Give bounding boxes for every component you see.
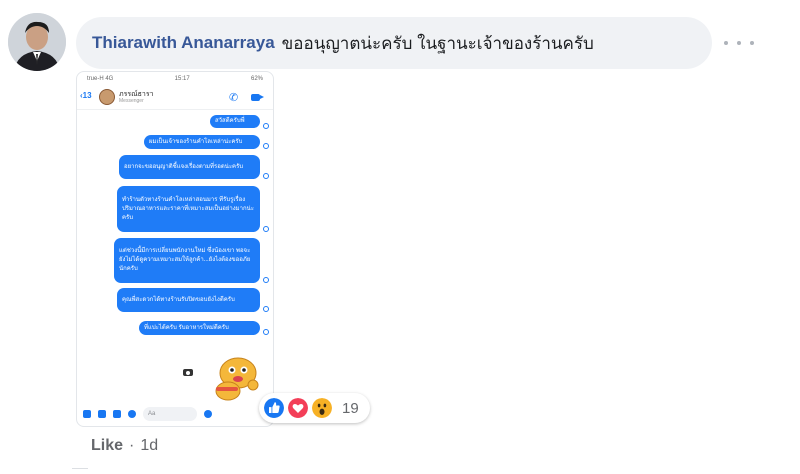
like-button[interactable]: Like — [91, 437, 123, 455]
sent-check-icon — [263, 329, 269, 335]
chat-message: คุณพี่สะดวกได้ทางร้านรับปิดขอบยังไงดีครั… — [117, 288, 260, 312]
attached-messenger-screenshot[interactable]: true-H 4G 15:17 62% ‹13 ภรรณ์ธารา Messen… — [76, 71, 274, 427]
chat-message: สวัสดีครับพี่ — [210, 115, 260, 128]
comment-actions: Like · 1d — [91, 437, 158, 455]
comment-author-link[interactable]: Thiarawith Ananarraya — [92, 33, 275, 53]
status-time: 15:17 — [174, 75, 190, 82]
chat-message: ที่แปะได้ครับ รับอาหารใหม่ดีครับ — [139, 321, 260, 335]
camera-icon — [183, 369, 193, 376]
chat-message: อยากจะขออนุญาติชี้แจงเรื่องตามที่รอดน่ะค… — [119, 155, 260, 179]
emoji-icon — [204, 410, 212, 418]
wow-icon — [310, 396, 334, 420]
like-icon — [262, 396, 286, 420]
back-button: ‹13 — [80, 91, 92, 100]
separator-dot: · — [129, 437, 135, 454]
back-count: 13 — [82, 91, 92, 100]
photo-icon — [113, 410, 121, 418]
chat-message: แต่ช่วงนี้มีการเปลี่ยนพนักงานใหม่ ซึ่งน้… — [114, 238, 260, 283]
love-icon — [286, 396, 310, 420]
video-call-icon — [251, 94, 264, 101]
sent-check-icon — [263, 226, 269, 232]
camera-small-icon — [98, 410, 106, 418]
contact-avatar — [99, 89, 115, 105]
chat-header: ‹13 ภรรณ์ธารา Messenger ✆ — [77, 85, 273, 110]
composer-input: Aa — [143, 407, 197, 421]
sticker-image — [215, 357, 259, 401]
status-battery: 62% — [250, 75, 263, 82]
mic-icon — [128, 410, 136, 418]
reply-thread-line — [72, 468, 88, 474]
status-carrier: true-H 4G — [87, 75, 114, 82]
phone-status-bar: true-H 4G 15:17 62% — [77, 72, 273, 85]
sent-check-icon — [263, 143, 269, 149]
commenter-avatar[interactable] — [8, 13, 66, 71]
contact-subtitle: Messenger — [119, 98, 144, 104]
comment-timestamp[interactable]: 1d — [140, 437, 158, 455]
sent-check-icon — [263, 277, 269, 283]
sent-check-icon — [263, 306, 269, 312]
commenter-photo — [8, 13, 66, 71]
chat-message: ผมเป็นเจ้าของร้านคำโลเหล่าน่ะครับ — [144, 135, 260, 149]
more-options-icon[interactable] — [724, 32, 754, 54]
apps-icon — [83, 410, 91, 418]
chat-message: ทำร้านตัวทางร้านคำโลเหล่าสอนมาร ทีรับรูเ… — [117, 186, 260, 232]
sent-check-icon — [263, 123, 269, 129]
reaction-summary[interactable]: 19 — [259, 393, 370, 423]
comment-bubble: Thiarawith Ananarraya ขออนุญาตน่ะครับ ใน… — [76, 17, 712, 69]
message-composer: Aa — [77, 402, 273, 426]
reaction-count: 19 — [342, 400, 359, 417]
phone-icon: ✆ — [229, 92, 239, 104]
sent-check-icon — [263, 173, 269, 179]
comment-text: ขออนุญาตน่ะครับ ในฐานะเจ้าของร้านครับ — [281, 33, 594, 53]
